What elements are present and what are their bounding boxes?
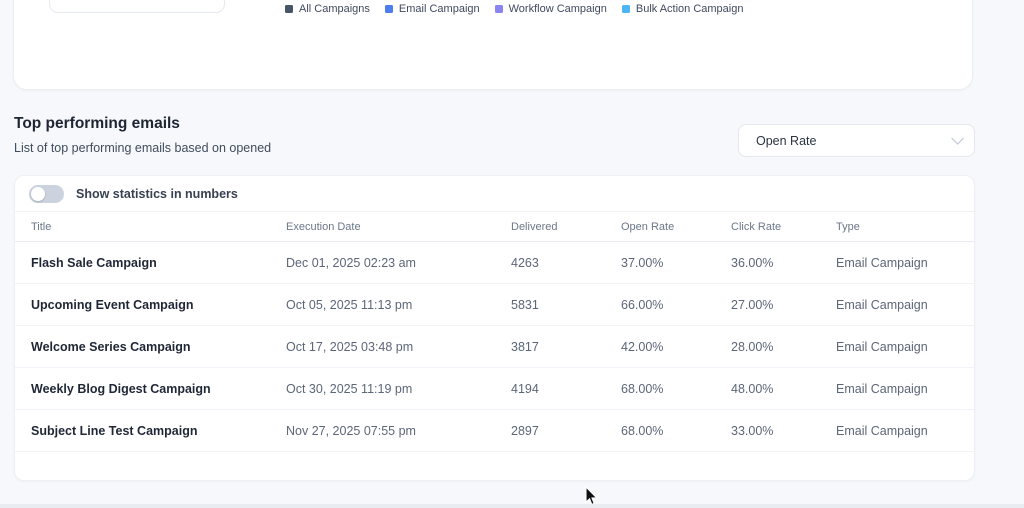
cell-type: Email Campaign (836, 340, 958, 354)
table-row[interactable]: Subject Line Test CampaignNov 27, 2025 0… (15, 410, 974, 452)
cell-execution_date: Dec 01, 2025 02:23 am (286, 256, 511, 270)
table-row[interactable]: Flash Sale CampaignDec 01, 2025 02:23 am… (15, 242, 974, 284)
table-body: Flash Sale CampaignDec 01, 2025 02:23 am… (15, 242, 974, 452)
column-header: Click Rate (731, 221, 836, 233)
table-row[interactable]: Welcome Series CampaignOct 17, 2025 03:4… (15, 326, 974, 368)
cell-title: Weekly Blog Digest Campaign (31, 382, 286, 396)
cell-click_rate: 28.00% (731, 340, 836, 354)
show-statistics-toggle-label: Show statistics in numbers (76, 187, 238, 201)
show-statistics-toggle[interactable] (29, 185, 64, 203)
cell-title: Welcome Series Campaign (31, 340, 286, 354)
cell-click_rate: 36.00% (731, 256, 836, 270)
column-header: Execution Date (286, 221, 511, 233)
legend-swatch-icon (385, 5, 393, 13)
cell-execution_date: Nov 27, 2025 07:55 pm (286, 424, 511, 438)
chart-legend: All Campaigns Email Campaign Workflow Camp… (285, 3, 743, 15)
cell-delivered: 3817 (511, 340, 621, 354)
cell-delivered: 2897 (511, 424, 621, 438)
table-row[interactable]: Weekly Blog Digest CampaignOct 30, 2025 … (15, 368, 974, 410)
cell-delivered: 4263 (511, 256, 621, 270)
cell-delivered: 4194 (511, 382, 621, 396)
legend-swatch-icon (622, 5, 630, 13)
table-row[interactable]: Upcoming Event CampaignOct 05, 2025 11:1… (15, 284, 974, 326)
cell-open_rate: 68.00% (621, 382, 731, 396)
column-header: Type (836, 221, 958, 233)
legend-item[interactable]: Workflow Campaign (495, 3, 607, 15)
cell-execution_date: Oct 17, 2025 03:48 pm (286, 340, 511, 354)
cell-open_rate: 42.00% (621, 340, 731, 354)
cell-type: Email Campaign (836, 256, 958, 270)
dashboard-page: Total Opened: 56,638 Total Delivery: 133… (0, 0, 1024, 508)
cell-type: Email Campaign (836, 382, 958, 396)
column-header: Open Rate (621, 221, 731, 233)
chevron-down-icon (951, 132, 964, 145)
legend-item[interactable]: Bulk Action Campaign (622, 3, 744, 15)
statistics-toggle-row: Show statistics in numbers (15, 176, 974, 211)
legend-label: All Campaigns (299, 3, 370, 15)
cell-click_rate: 33.00% (731, 424, 836, 438)
cell-open_rate: 66.00% (621, 298, 731, 312)
legend-label: Bulk Action Campaign (636, 3, 744, 15)
metric-filter-value: Open Rate (756, 134, 816, 148)
campaign-overview-card: Total Opened: 56,638 Total Delivery: 133… (13, 0, 973, 90)
cell-type: Email Campaign (836, 424, 958, 438)
column-header: Delivered (511, 221, 621, 233)
legend-label: Email Campaign (399, 3, 480, 15)
legend-swatch-icon (495, 5, 503, 13)
page-bottom-edge (0, 504, 1024, 508)
metric-filter-dropdown[interactable]: Open Rate (738, 124, 975, 157)
cell-click_rate: 48.00% (731, 382, 836, 396)
cell-delivered: 5831 (511, 298, 621, 312)
cell-click_rate: 27.00% (731, 298, 836, 312)
toggle-knob (31, 187, 45, 201)
page-title: Top performing emails (14, 115, 180, 133)
cell-title: Flash Sale Campaign (31, 256, 286, 270)
legend-item[interactable]: Email Campaign (385, 3, 480, 15)
cell-type: Email Campaign (836, 298, 958, 312)
totals-summary-card: Total Opened: 56,638 Total Delivery: 133… (49, 0, 225, 13)
legend-swatch-icon (285, 5, 293, 13)
cell-open_rate: 68.00% (621, 424, 731, 438)
table-header-row: TitleExecution DateDeliveredOpen RateCli… (15, 211, 974, 242)
cell-execution_date: Oct 30, 2025 11:19 pm (286, 382, 511, 396)
cell-title: Subject Line Test Campaign (31, 424, 286, 438)
cell-open_rate: 37.00% (621, 256, 731, 270)
legend-item[interactable]: All Campaigns (285, 3, 370, 15)
top-emails-table-card: Show statistics in numbers TitleExecutio… (14, 175, 975, 481)
cell-execution_date: Oct 05, 2025 11:13 pm (286, 298, 511, 312)
column-header: Title (31, 221, 286, 233)
cell-title: Upcoming Event Campaign (31, 298, 286, 312)
page-subtitle: List of top performing emails based on o… (14, 141, 271, 155)
legend-label: Workflow Campaign (509, 3, 607, 15)
